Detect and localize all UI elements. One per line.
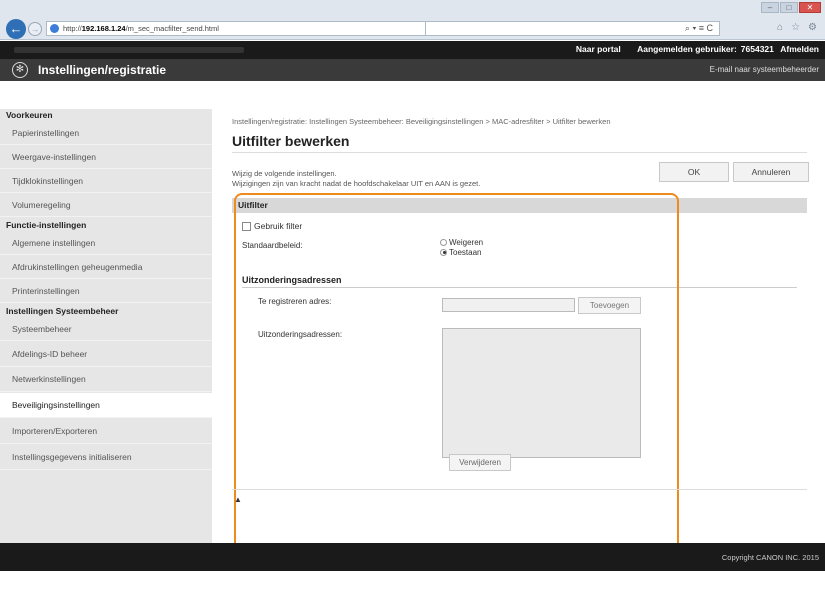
- exception-addresses-list[interactable]: [442, 328, 641, 458]
- maximize-icon[interactable]: □: [780, 2, 798, 13]
- email-admin-link[interactable]: E-mail naar systeembeheerder: [710, 65, 819, 74]
- radio-weigeren[interactable]: [440, 238, 447, 246]
- ok-button[interactable]: OK: [659, 162, 729, 182]
- sidebar-item-weergave[interactable]: Weergave-instellingen: [0, 146, 212, 169]
- radio-option-weigeren[interactable]: Weigeren: [440, 237, 483, 247]
- radio-option-toestaan[interactable]: Toestaan: [440, 247, 483, 257]
- sidebar-item-tijdklok[interactable]: Tijdklokinstellingen: [0, 170, 212, 193]
- search-refresh-controls[interactable]: ⌕ ▾ ≡ C: [426, 21, 720, 36]
- logout-link[interactable]: Afmelden: [780, 44, 819, 54]
- home-icon[interactable]: ⌂: [777, 22, 783, 33]
- sidebar-group-systeembeheer: Instellingen Systeembeheer: [6, 306, 119, 316]
- use-filter-checkbox[interactable]: [242, 221, 251, 231]
- app-title-strip: ✻ Instellingen/registratie E-mail naar s…: [0, 59, 825, 81]
- browser-titlebar: – □ ✕: [0, 0, 825, 18]
- browser-toolbar: ⌂ ☆ ⚙: [777, 22, 817, 33]
- add-button[interactable]: Toevoegen: [578, 297, 641, 314]
- exceptions-divider: [242, 287, 797, 288]
- sidebar-item-volume[interactable]: Volumeregeling: [0, 194, 212, 217]
- exception-addresses-label: Uitzonderingsadressen:: [258, 330, 343, 339]
- description-line-2: Wijzigingen zijn van kracht nadat de hoo…: [232, 179, 481, 188]
- star-icon[interactable]: ☆: [791, 22, 800, 33]
- window-controls: – □ ✕: [761, 2, 821, 13]
- register-address-input[interactable]: [442, 298, 575, 312]
- delete-button[interactable]: Verwijderen: [449, 454, 511, 471]
- cancel-button[interactable]: Annuleren: [733, 162, 809, 182]
- sidebar-group-voorkeuren: Voorkeuren: [6, 110, 53, 120]
- use-filter-row[interactable]: Gebruik filter: [242, 221, 302, 231]
- footer: Copyright CANON INC. 2015: [0, 543, 825, 571]
- back-arrow-icon[interactable]: ←: [6, 19, 26, 39]
- copyright-text: Copyright CANON INC. 2015: [721, 553, 819, 562]
- radio-weigeren-label: Weigeren: [449, 237, 484, 247]
- sidebar-item-algemeen[interactable]: Algemene instellingen: [0, 232, 212, 255]
- app-topbar: Naar portal Aangemelden gebruiker: 765432…: [0, 41, 825, 59]
- breadcrumb: Instellingen/registratie: Instellingen S…: [232, 117, 611, 126]
- settings-icon: ✻: [12, 62, 28, 78]
- section-header-uitfilter: Uitfilter: [232, 198, 807, 213]
- close-icon[interactable]: ✕: [799, 2, 821, 13]
- gear-icon[interactable]: ⚙: [808, 22, 817, 33]
- exceptions-heading: Uitzonderingsadressen: [242, 275, 342, 285]
- logged-in-label: Aangemelden gebruiker:: [637, 44, 737, 54]
- use-filter-label: Gebruik filter: [254, 221, 303, 231]
- url-path: /m_sec_macfilter_send.html: [125, 24, 219, 33]
- topbar-links: Naar portal Aangemelden gebruiker: 765432…: [562, 44, 819, 54]
- sidebar-item-netwerk[interactable]: Netwerkinstellingen: [0, 367, 212, 392]
- sidebar-item-systeembeheer[interactable]: Systeembeheer: [0, 318, 212, 341]
- portal-link[interactable]: Naar portal: [576, 44, 621, 54]
- url-prefix: http://: [63, 24, 82, 33]
- bottom-divider: [232, 489, 807, 490]
- url-host: 192.168.1.24: [81, 24, 126, 33]
- browser-address-bar: ← → http://192.168.1.24/m_sec_macfilter_…: [0, 18, 825, 40]
- main-content: Instellingen/registratie: Instellingen S…: [212, 109, 825, 556]
- app-title: Instellingen/registratie: [38, 63, 167, 77]
- title-divider: [232, 152, 807, 153]
- user-id: 7654321: [740, 44, 774, 54]
- description-line-1: Wijzig de volgende instellingen.: [232, 169, 337, 178]
- forward-arrow-icon[interactable]: →: [28, 22, 42, 36]
- sidebar-item-import-export[interactable]: Importeren/Exporteren: [0, 419, 212, 444]
- radio-toestaan-label: Toestaan: [449, 247, 482, 257]
- url-field[interactable]: http://192.168.1.24/m_sec_macfilter_send…: [46, 21, 426, 36]
- default-policy-label: Standaardbeleid:: [242, 241, 303, 250]
- sidebar-item-beveiliging[interactable]: Beveiligingsinstellingen: [0, 393, 212, 418]
- sidebar-item-papier[interactable]: Papierinstellingen: [0, 122, 212, 145]
- minimize-icon[interactable]: –: [761, 2, 779, 13]
- back-to-top-icon[interactable]: ▲: [234, 495, 242, 504]
- register-address-label: Te registreren adres:: [258, 297, 332, 306]
- page-icon: [50, 24, 59, 33]
- sidebar-item-afdruk-geheugen[interactable]: Afdrukinstellingen geheugenmedia: [0, 256, 212, 279]
- sidebar-item-initialiseren[interactable]: Instellingsgegevens initialiseren: [0, 445, 212, 470]
- sidebar-item-afdelings-id[interactable]: Afdelings-ID beheer: [0, 342, 212, 367]
- device-name-redacted: [14, 47, 244, 53]
- radio-toestaan[interactable]: [440, 248, 447, 256]
- default-policy-radio-group: Weigeren Toestaan: [440, 237, 483, 257]
- sidebar: Voorkeuren Papierinstellingen Weergave-i…: [0, 109, 212, 543]
- sidebar-group-functie: Functie-instellingen: [6, 220, 87, 230]
- page-title: Uitfilter bewerken: [232, 133, 350, 149]
- sidebar-item-printer[interactable]: Printerinstellingen: [0, 280, 212, 303]
